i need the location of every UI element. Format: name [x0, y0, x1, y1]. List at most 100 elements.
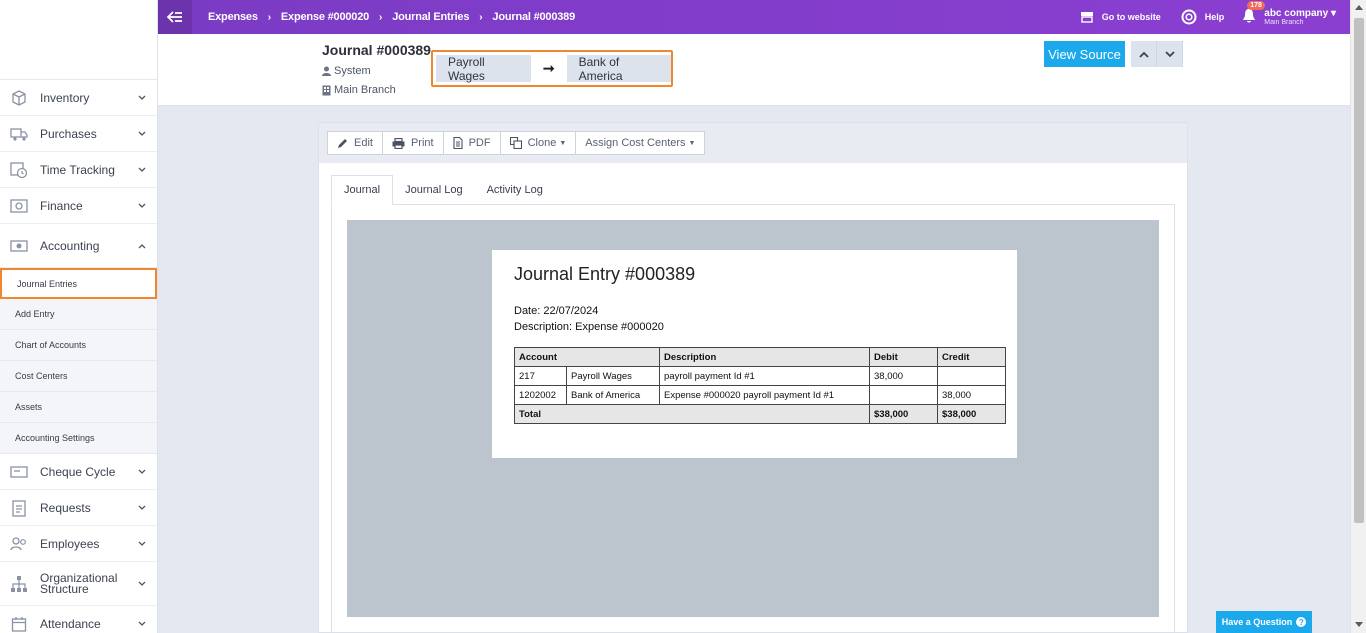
- edit-button[interactable]: Edit: [327, 131, 383, 155]
- sidebar-item-label: Accounting: [40, 238, 100, 253]
- chevron-down-icon: [1164, 50, 1175, 57]
- column-header-debit: Debit: [869, 347, 938, 367]
- breadcrumb-current: Journal #000389: [492, 11, 576, 23]
- users-icon: [10, 535, 28, 553]
- entry-description: Expense #000020 payroll payment Id #1: [659, 385, 870, 405]
- chevron-down-icon: [137, 539, 147, 549]
- sidebar-subitem-accounting-settings[interactable]: Accounting Settings: [0, 423, 157, 454]
- sidebar-subitem-journal-entries[interactable]: Journal Entries: [0, 268, 157, 299]
- tab-journal-log[interactable]: Journal Log: [393, 175, 475, 205]
- breadcrumb-separator-icon: ›: [379, 11, 383, 23]
- company-branch: Main Branch: [1264, 19, 1304, 26]
- box-icon: [10, 89, 28, 107]
- sidebar-item-finance[interactable]: Finance: [0, 188, 157, 224]
- chevron-down-icon: [137, 619, 147, 629]
- menu-back-icon: [167, 11, 182, 23]
- caret-down-icon: ▼: [688, 139, 696, 147]
- scroll-down-icon[interactable]: [1355, 622, 1363, 627]
- flow-to-account[interactable]: Bank of America: [566, 55, 671, 83]
- sidebar-item-label: Cheque Cycle: [40, 464, 116, 479]
- breadcrumb-expense[interactable]: Expense #000020: [281, 11, 369, 23]
- document-preview: Journal Entry #000389 Date: 22/07/2024 D…: [347, 220, 1159, 617]
- document-description: Description: Expense #000020: [514, 321, 664, 333]
- go-to-website-link[interactable]: Go to website: [1080, 11, 1161, 23]
- collapse-menu-button[interactable]: [158, 0, 192, 34]
- sidebar-item-label: Requests: [40, 500, 91, 515]
- column-header-credit: Credit: [937, 347, 1006, 367]
- tab-bar: Journal Journal Log Activity Log: [331, 175, 1175, 205]
- journal-panel: Edit Print PDF Clone ▼ Assign Cost Cente…: [318, 122, 1188, 633]
- store-icon: [1080, 12, 1093, 23]
- notification-count-badge: 178: [1247, 1, 1265, 10]
- sidebar-item-time-tracking[interactable]: Time Tracking: [0, 152, 157, 188]
- page-header: Journal #000389 System Main Branch Payro…: [158, 34, 1350, 106]
- chevron-down-icon: [137, 93, 147, 103]
- sidebar-item-label: Attendance: [40, 616, 101, 631]
- table-row: 217 Payroll Wages payroll payment Id #1 …: [514, 366, 1006, 386]
- view-source-button[interactable]: View Source: [1044, 41, 1125, 67]
- account-flow: Payroll Wages ➞ Bank of America: [431, 50, 673, 87]
- pdf-label: PDF: [468, 137, 491, 149]
- debit-value: 38,000: [869, 366, 938, 386]
- next-record-button[interactable]: [1157, 41, 1183, 67]
- top-bar: Expenses › Expense #000020 › Journal Ent…: [158, 0, 1350, 34]
- account-code: 1202002: [514, 385, 567, 405]
- sidebar-item-inventory[interactable]: Inventory: [0, 80, 157, 116]
- document-date: Date: 22/07/2024: [514, 305, 599, 317]
- have-a-question-button[interactable]: Have a Question ?: [1216, 611, 1312, 633]
- chevron-down-icon: [137, 503, 147, 513]
- total-credit: $38,000: [937, 404, 1006, 424]
- breadcrumb-journal-entries[interactable]: Journal Entries: [392, 11, 469, 23]
- sidebar-item-purchases[interactable]: Purchases: [0, 116, 157, 152]
- file-icon: [453, 137, 463, 149]
- safe-icon: [10, 197, 28, 215]
- breadcrumb-separator-icon: ›: [267, 11, 271, 23]
- journal-table: Account Description Debit Credit 217 Pay…: [514, 347, 1006, 424]
- print-label: Print: [410, 137, 434, 149]
- sidebar-item-employees[interactable]: Employees: [0, 526, 157, 562]
- help-link[interactable]: Help: [1181, 9, 1224, 25]
- sidebar-item-accounting[interactable]: Accounting: [0, 224, 157, 268]
- scrollbar-thumb[interactable]: [1354, 18, 1364, 523]
- clone-label: Clone: [527, 137, 557, 149]
- tab-activity-log[interactable]: Activity Log: [475, 175, 555, 205]
- sidebar-subitem-assets[interactable]: Assets: [0, 392, 157, 423]
- company-switcher[interactable]: abc company ▾ Main Branch: [1264, 8, 1336, 26]
- sidebar-item-label: Purchases: [40, 126, 97, 141]
- scroll-up-icon[interactable]: [1355, 5, 1363, 10]
- assign-cost-centers-label: Assign Cost Centers: [585, 137, 686, 149]
- flow-from-account[interactable]: Payroll Wages: [436, 55, 531, 83]
- building-icon: [322, 85, 331, 95]
- edit-label: Edit: [354, 137, 373, 149]
- pdf-button[interactable]: PDF: [442, 131, 501, 155]
- org-chart-icon: [10, 575, 28, 593]
- bell-icon: [1243, 9, 1256, 23]
- credit-value: [937, 366, 1006, 386]
- credit-value: 38,000: [937, 385, 1006, 405]
- sidebar-item-attendance[interactable]: Attendance: [0, 606, 157, 633]
- logo-area: [0, 0, 157, 80]
- breadcrumb-separator-icon: ›: [479, 11, 483, 23]
- assign-cost-centers-dropdown[interactable]: Assign Cost Centers ▼: [575, 131, 706, 155]
- breadcrumb-expenses[interactable]: Expenses: [208, 11, 258, 23]
- document-title: Journal Entry #000389: [514, 264, 696, 284]
- previous-record-button[interactable]: [1131, 41, 1157, 67]
- sidebar-item-label: Employees: [40, 536, 100, 551]
- sidebar-item-cheque-cycle[interactable]: Cheque Cycle: [0, 454, 157, 490]
- branch-label: Main Branch: [334, 84, 396, 96]
- column-header-description: Description: [659, 347, 870, 367]
- sidebar-subitem-add-entry[interactable]: Add Entry: [0, 299, 157, 330]
- user-icon: [322, 66, 331, 76]
- sidebar-item-organizational-structure[interactable]: Organizational Structure: [0, 562, 157, 606]
- clone-dropdown[interactable]: Clone ▼: [499, 131, 577, 155]
- total-row: Total $38,000 $38,000: [514, 404, 1006, 424]
- tab-journal[interactable]: Journal: [331, 175, 394, 205]
- notifications-button[interactable]: 178: [1242, 1, 1265, 26]
- sidebar-subitem-cost-centers[interactable]: Cost Centers: [0, 361, 157, 392]
- sidebar-item-requests[interactable]: Requests: [0, 490, 157, 526]
- total-debit: $38,000: [869, 404, 938, 424]
- page-scrollbar[interactable]: [1350, 0, 1366, 633]
- sidebar-item-label: Inventory: [40, 90, 90, 105]
- print-button[interactable]: Print: [381, 131, 444, 155]
- sidebar-subitem-chart-of-accounts[interactable]: Chart of Accounts: [0, 330, 157, 361]
